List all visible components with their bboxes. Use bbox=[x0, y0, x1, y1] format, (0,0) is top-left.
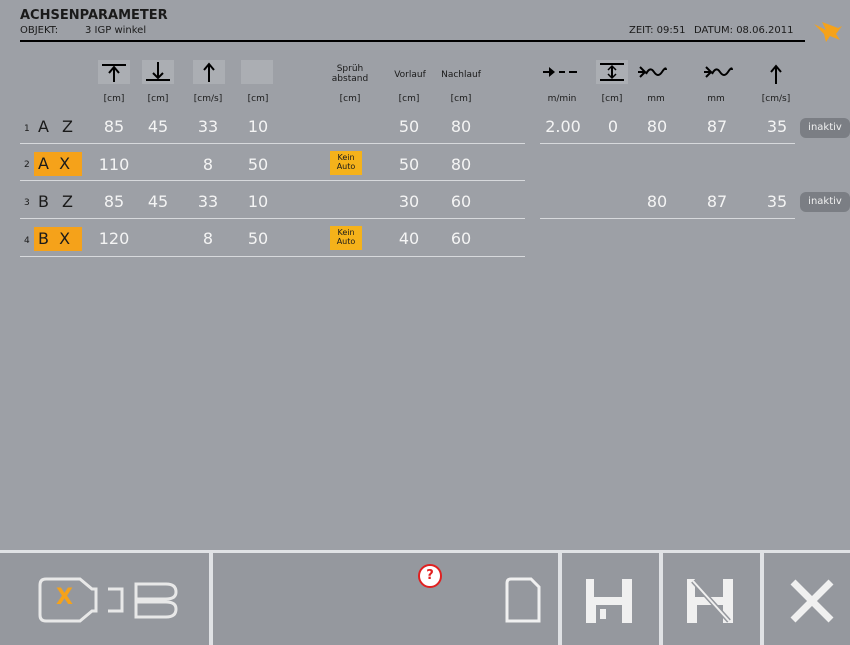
unit-label: m/min bbox=[547, 94, 577, 104]
cell-value[interactable]: 33 bbox=[188, 117, 228, 136]
close-icon[interactable] bbox=[787, 576, 837, 626]
row-divider bbox=[20, 180, 525, 181]
time-display: ZEIT: 09:51 bbox=[629, 25, 686, 36]
cell-value[interactable]: 10 bbox=[238, 117, 278, 136]
nachlauf-value[interactable]: 60 bbox=[441, 229, 481, 248]
date-display: DATUM: 08.06.2011 bbox=[694, 25, 794, 36]
axis-label-highlight[interactable]: A X bbox=[34, 152, 82, 176]
axis-selector-label: X bbox=[56, 585, 73, 610]
unit-label: [cm/s] bbox=[761, 94, 791, 104]
height-value[interactable]: 0 bbox=[593, 117, 633, 136]
axis-label-2[interactable]: Z bbox=[62, 192, 73, 211]
cell-value[interactable]: 110 bbox=[94, 155, 134, 174]
row-divider bbox=[20, 256, 525, 257]
cell-value[interactable]: 45 bbox=[138, 192, 178, 211]
speed-value-2[interactable]: 35 bbox=[757, 192, 797, 211]
speed-value-2[interactable]: 35 bbox=[757, 117, 797, 136]
feed-arrow-icon bbox=[541, 62, 581, 86]
unit-label: [cm] bbox=[398, 94, 420, 104]
wave-arrow-icon bbox=[636, 62, 668, 86]
cell-value[interactable]: 50 bbox=[238, 229, 278, 248]
wave-value[interactable]: 80 bbox=[637, 117, 677, 136]
row-number: 4 bbox=[24, 236, 30, 246]
status-badge[interactable]: inaktiv bbox=[800, 192, 850, 212]
status-badge[interactable]: inaktiv bbox=[800, 118, 850, 138]
cell-value[interactable]: 10 bbox=[238, 192, 278, 211]
nachlauf-value[interactable]: 80 bbox=[441, 155, 481, 174]
row-divider bbox=[540, 218, 795, 219]
row-divider bbox=[20, 218, 525, 219]
cell-value[interactable]: 45 bbox=[138, 117, 178, 136]
unit-label: [cm] bbox=[147, 94, 169, 104]
cell-value[interactable]: 8 bbox=[188, 155, 228, 174]
toolbar-separator bbox=[209, 552, 213, 645]
down-arrow-bar-icon bbox=[142, 60, 174, 84]
save-icon[interactable] bbox=[584, 577, 634, 625]
up-arrow-icon bbox=[760, 62, 792, 86]
page-icon[interactable] bbox=[503, 575, 543, 625]
unit-label: mm bbox=[647, 94, 665, 104]
toolbar-separator bbox=[558, 552, 562, 645]
logo-icon bbox=[812, 20, 844, 44]
cell-value[interactable]: 120 bbox=[94, 229, 134, 248]
up-arrow-speed-icon bbox=[193, 60, 225, 84]
wave-arrow-icon-2 bbox=[702, 62, 734, 86]
nachlauf-value[interactable]: 60 bbox=[441, 192, 481, 211]
toolbar-divider bbox=[0, 550, 850, 553]
save-as-icon[interactable] bbox=[685, 577, 735, 625]
kein-auto-button[interactable]: Kein Auto bbox=[330, 226, 362, 250]
nachlauf-header: Nachlauf bbox=[441, 70, 481, 80]
objekt-value: 3 IGP winkel bbox=[85, 25, 147, 36]
cell-value[interactable]: 85 bbox=[94, 117, 134, 136]
axis-selector-button[interactable]: X bbox=[36, 575, 186, 625]
cell-value[interactable]: 50 bbox=[238, 155, 278, 174]
height-range-icon bbox=[596, 60, 628, 84]
unit-label: [cm] bbox=[450, 94, 472, 104]
spruh-abstand-header: Sprüh abstand bbox=[331, 64, 369, 84]
row-divider bbox=[20, 143, 525, 144]
vorlauf-value[interactable]: 30 bbox=[389, 192, 429, 211]
row-number: 3 bbox=[24, 198, 30, 208]
vorlauf-value[interactable]: 40 bbox=[389, 229, 429, 248]
axis-label-highlight[interactable]: B X bbox=[34, 227, 82, 251]
unit-label: [cm] bbox=[339, 94, 361, 104]
unit-label: [cm] bbox=[103, 94, 125, 104]
toolbar-separator bbox=[760, 552, 764, 645]
axis-label-1[interactable]: B bbox=[38, 192, 49, 211]
header-divider bbox=[20, 40, 805, 42]
unit-label: [cm] bbox=[247, 94, 269, 104]
unit-label: [cm/s] bbox=[193, 94, 223, 104]
up-arrow-bar-icon bbox=[98, 60, 130, 84]
nachlauf-value[interactable]: 80 bbox=[441, 117, 481, 136]
objekt-label: OBJEKT: bbox=[20, 25, 59, 36]
cell-value[interactable]: 33 bbox=[188, 192, 228, 211]
help-icon[interactable]: ? bbox=[418, 564, 442, 588]
kein-auto-button[interactable]: Kein Auto bbox=[330, 151, 362, 175]
vorlauf-value[interactable]: 50 bbox=[389, 155, 429, 174]
unit-label: [cm] bbox=[601, 94, 623, 104]
speed-value[interactable]: 2.00 bbox=[540, 117, 586, 136]
wave-value-2[interactable]: 87 bbox=[697, 117, 737, 136]
wave-value[interactable]: 80 bbox=[637, 192, 677, 211]
blank-header-icon bbox=[241, 60, 273, 84]
row-number: 1 bbox=[24, 124, 30, 134]
cell-value[interactable]: 8 bbox=[188, 229, 228, 248]
vorlauf-header: Vorlauf bbox=[394, 70, 426, 80]
toolbar-separator bbox=[659, 552, 663, 645]
page-title: ACHSENPARAMETER bbox=[20, 8, 168, 23]
cell-value[interactable]: 85 bbox=[94, 192, 134, 211]
vorlauf-value[interactable]: 50 bbox=[389, 117, 429, 136]
axis-label-2[interactable]: Z bbox=[62, 117, 73, 136]
unit-label: mm bbox=[707, 94, 725, 104]
row-number: 2 bbox=[24, 160, 30, 170]
axis-label-1[interactable]: A bbox=[38, 117, 49, 136]
row-divider bbox=[540, 143, 795, 144]
wave-value-2[interactable]: 87 bbox=[697, 192, 737, 211]
